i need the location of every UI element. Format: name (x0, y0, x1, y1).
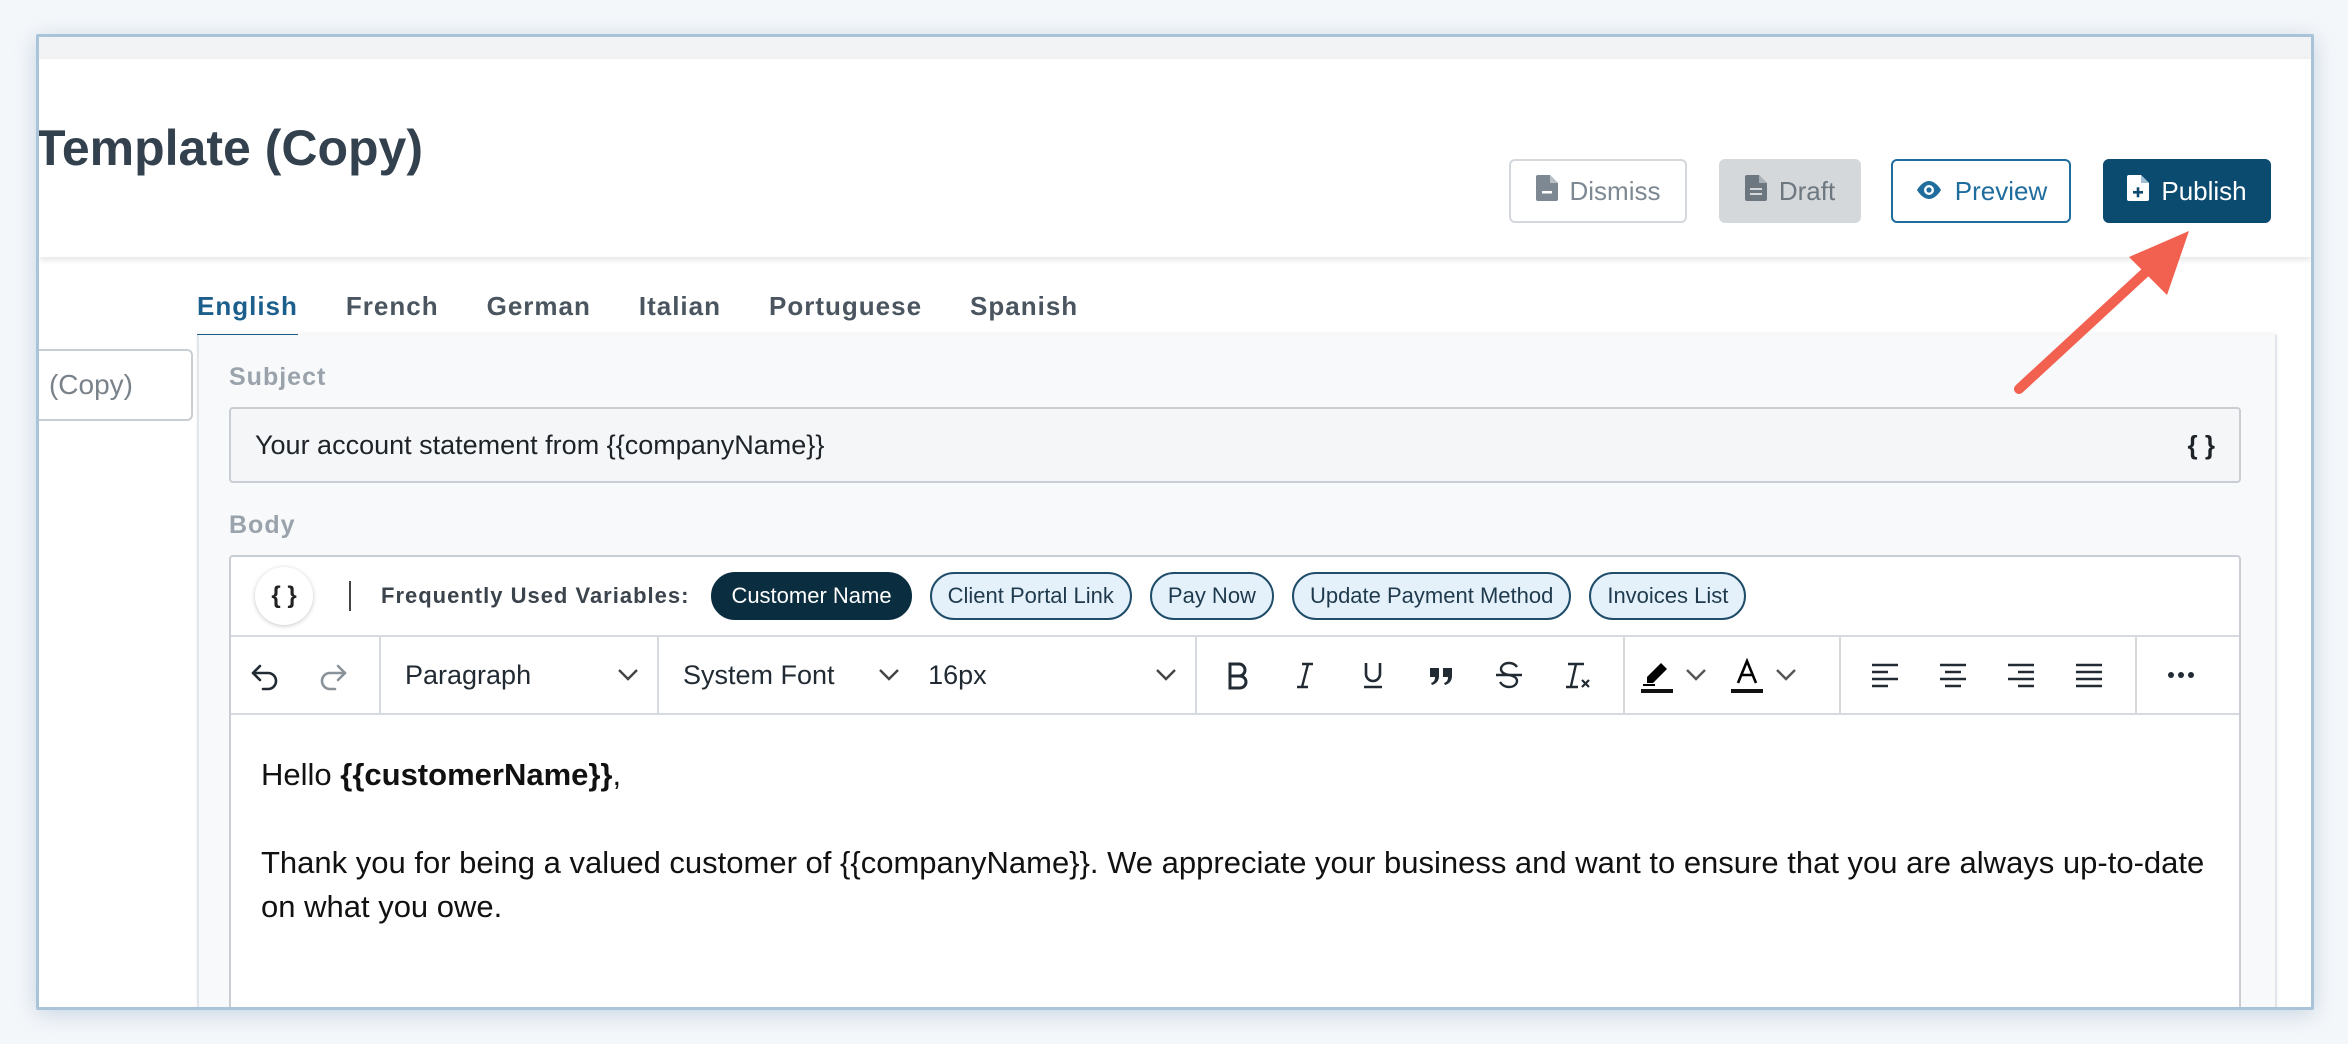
redo-icon[interactable] (299, 637, 367, 713)
quote-icon[interactable] (1407, 637, 1475, 713)
page-title: Template (Copy) (36, 120, 423, 176)
format-group (1197, 637, 1625, 713)
eye-icon (1915, 176, 1943, 207)
font-family-dropdown[interactable]: System Font (659, 637, 918, 713)
draft-button[interactable]: Draft (1719, 159, 1861, 223)
body-paragraph: Thank you for being a valued customer of… (261, 845, 2205, 924)
publish-label: Publish (2161, 175, 2247, 206)
annotation-arrow (2014, 231, 2189, 394)
color-group (1625, 637, 1841, 713)
highlighter-icon (1637, 655, 1677, 695)
subject-variable-button[interactable]: { } (2188, 430, 2215, 461)
clear-format-icon[interactable] (1543, 637, 1611, 713)
align-left-icon[interactable] (1851, 637, 1919, 713)
align-center-icon[interactable] (1919, 637, 1987, 713)
more-icon[interactable] (2147, 637, 2215, 713)
tab-english[interactable]: English (197, 291, 298, 338)
text-color-icon (1727, 655, 1767, 695)
editor-toolbar: Paragraph System Font 16px (231, 637, 2239, 715)
font-group: System Font 16px (659, 637, 1197, 713)
chip-pay-now[interactable]: Pay Now (1149, 572, 1274, 620)
tab-spanish[interactable]: Spanish (970, 291, 1078, 338)
greeting-suffix: , (612, 757, 622, 792)
tab-italian[interactable]: Italian (639, 291, 721, 338)
subject-value: Your account statement from {{companyNam… (255, 429, 825, 460)
insert-variable-button[interactable]: { } (255, 567, 313, 625)
align-right-icon[interactable] (1987, 637, 2055, 713)
chevron-down-icon (1776, 669, 1796, 681)
chip-client-portal-link[interactable]: Client Portal Link (929, 572, 1132, 620)
language-tabs: English French German Italian Portuguese… (197, 291, 1126, 338)
chevron-down-icon (618, 669, 638, 681)
dismiss-label: Dismiss (1569, 175, 1661, 206)
font-family-value: System Font (683, 659, 835, 690)
divider (349, 581, 351, 611)
draft-label: Draft (1778, 175, 1836, 206)
more-group (2137, 637, 2215, 713)
chip-update-payment-method[interactable]: Update Payment Method (1291, 572, 1572, 620)
template-name-input[interactable]: (Copy) (39, 349, 193, 421)
file-plus-icon (2127, 174, 2150, 208)
bold-icon[interactable] (1203, 637, 1271, 713)
tab-french[interactable]: French (346, 291, 439, 338)
italic-icon[interactable] (1271, 637, 1339, 713)
body-label: Body (229, 511, 296, 539)
greeting-variable: {{customerName}} (340, 757, 613, 792)
font-size-value: 16px (928, 659, 987, 690)
chevron-down-icon (1156, 669, 1176, 681)
tab-portuguese[interactable]: Portuguese (769, 291, 922, 338)
dismiss-button[interactable]: Dismiss (1509, 159, 1687, 223)
history-group (231, 637, 381, 713)
block-format-value: Paragraph (405, 659, 532, 690)
font-size-dropdown[interactable]: 16px (918, 637, 1195, 713)
highlight-color-button[interactable] (1625, 637, 1715, 713)
text-color-button[interactable] (1715, 637, 1805, 713)
page-header: Template (Copy) Dismiss Draft Preview Pu… (39, 59, 2311, 257)
alignment-group (1841, 637, 2137, 713)
justify-icon[interactable] (2055, 637, 2123, 713)
screenshot-frame: Template (Copy) Dismiss Draft Preview Pu… (36, 34, 2314, 1010)
chevron-down-icon (879, 669, 899, 681)
subject-label: Subject (229, 363, 327, 391)
strikethrough-icon[interactable] (1475, 637, 1543, 713)
preview-label: Preview (1954, 175, 2048, 206)
tab-german[interactable]: German (487, 291, 591, 338)
subject-field[interactable]: Your account statement from {{companyNam… (229, 407, 2241, 483)
greeting-line: Hello {{customerName}}, (261, 753, 2209, 797)
file-icon (1744, 174, 1767, 208)
block-format-dropdown[interactable]: Paragraph (381, 637, 659, 713)
top-strip (39, 37, 2311, 59)
undo-icon[interactable] (231, 637, 299, 713)
editor-content[interactable]: Hello {{customerName}}, Thank you for be… (231, 715, 2239, 1007)
file-minus-icon (1535, 174, 1558, 208)
variables-bar: { } Frequently Used Variables: Customer … (231, 557, 2239, 637)
chip-invoices-list[interactable]: Invoices List (1589, 572, 1747, 620)
body-editor: { } Frequently Used Variables: Customer … (229, 555, 2241, 1007)
frequent-variables-label: Frequently Used Variables: (381, 583, 690, 608)
chip-customer-name[interactable]: Customer Name (711, 572, 912, 620)
chevron-down-icon (1686, 669, 1706, 681)
greeting-prefix: Hello (261, 757, 341, 792)
underline-icon[interactable] (1339, 637, 1407, 713)
